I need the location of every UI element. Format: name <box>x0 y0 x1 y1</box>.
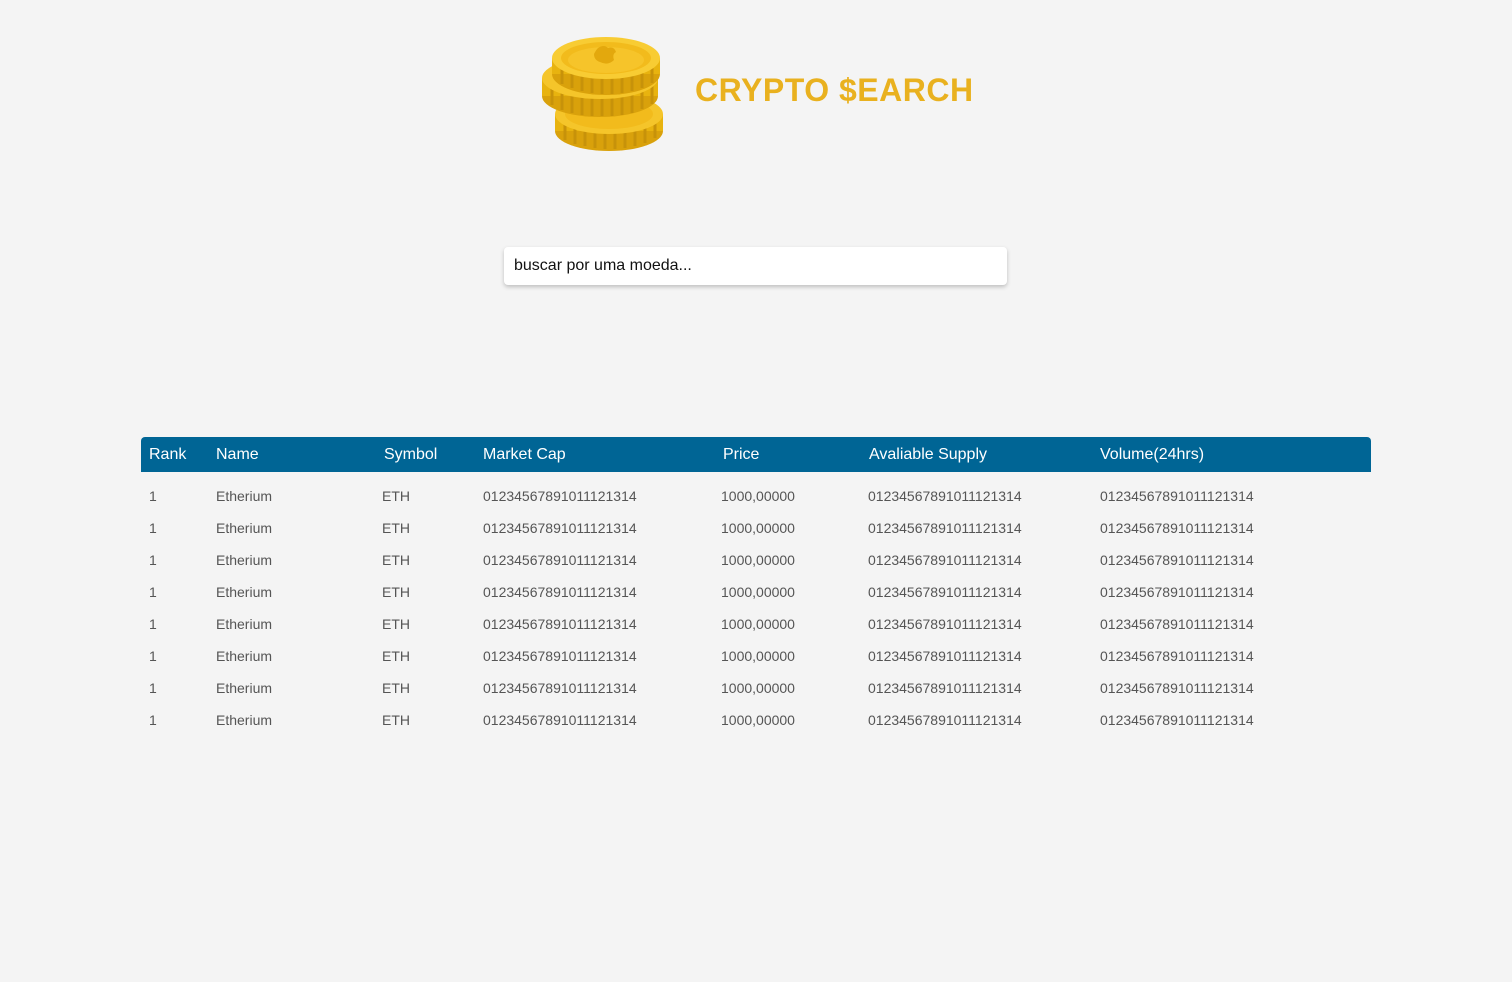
cell-price: 1000,00000 <box>721 552 795 568</box>
cell-name: Etherium <box>216 552 273 568</box>
column-header-label: Rank <box>149 445 187 463</box>
cell-name: Etherium <box>216 584 273 600</box>
column-header-rank[interactable]: Rank <box>141 437 216 472</box>
table-row[interactable]: 1 Etherium ETH 01234567891011121314 1000… <box>141 544 1371 576</box>
cell-rank: 1 <box>149 712 157 728</box>
table-row[interactable]: 1 Etherium ETH 01234567891011121314 1000… <box>141 672 1371 704</box>
cell-symbol: ETH <box>382 648 410 664</box>
cell-available-supply: 01234567891011121314 <box>868 584 1022 600</box>
cell-market-cap: 01234567891011121314 <box>483 680 637 696</box>
cell-name: Etherium <box>216 712 273 728</box>
column-header-name[interactable]: Name <box>216 437 382 472</box>
cell-rank: 1 <box>149 680 157 696</box>
cell-rank: 1 <box>149 520 157 536</box>
table-row[interactable]: 1 Etherium ETH 01234567891011121314 1000… <box>141 640 1371 672</box>
cell-symbol: ETH <box>382 488 410 504</box>
table-body: 1 Etherium ETH 01234567891011121314 1000… <box>141 472 1371 736</box>
cell-price: 1000,00000 <box>721 584 795 600</box>
cell-available-supply: 01234567891011121314 <box>868 552 1022 568</box>
table-row[interactable]: 1 Etherium ETH 01234567891011121314 1000… <box>141 512 1371 544</box>
column-header-price[interactable]: Price <box>719 437 866 472</box>
cell-volume: 01234567891011121314 <box>1100 552 1254 568</box>
cell-volume: 01234567891011121314 <box>1100 648 1254 664</box>
table-row[interactable]: 1 Etherium ETH 01234567891011121314 1000… <box>141 576 1371 608</box>
cell-volume: 01234567891011121314 <box>1100 520 1254 536</box>
cell-volume: 01234567891011121314 <box>1100 488 1254 504</box>
column-header-volume[interactable]: Volume(24hrs) <box>1100 437 1371 472</box>
cell-symbol: ETH <box>382 616 410 632</box>
cell-price: 1000,00000 <box>721 648 795 664</box>
crypto-table: Rank Name Symbol Market Cap Price Avalia… <box>141 437 1371 736</box>
cell-rank: 1 <box>149 648 157 664</box>
column-header-label: Market Cap <box>483 445 566 463</box>
app-title: CRYPTO $EARCH <box>695 72 974 108</box>
cell-symbol: ETH <box>382 520 410 536</box>
cell-available-supply: 01234567891011121314 <box>868 488 1022 504</box>
cell-rank: 1 <box>149 488 157 504</box>
cell-price: 1000,00000 <box>721 488 795 504</box>
page: CRYPTO $EARCH Rank Name Symbol Market Ca… <box>0 0 1512 982</box>
cell-rank: 1 <box>149 584 157 600</box>
column-header-market-cap[interactable]: Market Cap <box>483 437 719 472</box>
cell-name: Etherium <box>216 520 273 536</box>
cell-available-supply: 01234567891011121314 <box>868 616 1022 632</box>
cell-volume: 01234567891011121314 <box>1100 680 1254 696</box>
cell-name: Etherium <box>216 488 273 504</box>
search-input[interactable] <box>504 247 1007 285</box>
cell-symbol: ETH <box>382 552 410 568</box>
cell-market-cap: 01234567891011121314 <box>483 584 637 600</box>
cell-available-supply: 01234567891011121314 <box>868 712 1022 728</box>
cell-symbol: ETH <box>382 680 410 696</box>
cell-name: Etherium <box>216 616 273 632</box>
cell-rank: 1 <box>149 616 157 632</box>
table-row[interactable]: 1 Etherium ETH 01234567891011121314 1000… <box>141 608 1371 640</box>
cell-symbol: ETH <box>382 584 410 600</box>
cell-market-cap: 01234567891011121314 <box>483 488 637 504</box>
cell-market-cap: 01234567891011121314 <box>483 712 637 728</box>
cell-market-cap: 01234567891011121314 <box>483 552 637 568</box>
column-header-label: Name <box>216 445 259 463</box>
search-box <box>504 247 1007 285</box>
cell-price: 1000,00000 <box>721 680 795 696</box>
cell-available-supply: 01234567891011121314 <box>868 520 1022 536</box>
cell-available-supply: 01234567891011121314 <box>868 680 1022 696</box>
cell-market-cap: 01234567891011121314 <box>483 616 637 632</box>
column-header-available-supply[interactable]: Avaliable Supply <box>866 437 1100 472</box>
cell-name: Etherium <box>216 680 273 696</box>
cell-market-cap: 01234567891011121314 <box>483 648 637 664</box>
cell-market-cap: 01234567891011121314 <box>483 520 637 536</box>
crypto-table-container: Rank Name Symbol Market Cap Price Avalia… <box>141 437 1371 736</box>
cell-available-supply: 01234567891011121314 <box>868 648 1022 664</box>
cell-name: Etherium <box>216 648 273 664</box>
column-header-label: Volume(24hrs) <box>1100 445 1205 463</box>
cell-rank: 1 <box>149 552 157 568</box>
column-header-label: Avaliable Supply <box>869 445 988 463</box>
table-header-row: Rank Name Symbol Market Cap Price Avalia… <box>141 437 1371 472</box>
column-header-label: Symbol <box>384 445 438 463</box>
table-row[interactable]: 1 Etherium ETH 01234567891011121314 1000… <box>141 704 1371 736</box>
coin-stack-icon <box>542 37 663 151</box>
column-header-label: Price <box>723 445 760 463</box>
cell-price: 1000,00000 <box>721 520 795 536</box>
column-header-symbol[interactable]: Symbol <box>382 437 483 472</box>
cell-symbol: ETH <box>382 712 410 728</box>
cell-volume: 01234567891011121314 <box>1100 712 1254 728</box>
cell-price: 1000,00000 <box>721 712 795 728</box>
table-row[interactable]: 1 Etherium ETH 01234567891011121314 1000… <box>141 480 1371 512</box>
cell-price: 1000,00000 <box>721 616 795 632</box>
cell-volume: 01234567891011121314 <box>1100 616 1254 632</box>
cell-volume: 01234567891011121314 <box>1100 584 1254 600</box>
